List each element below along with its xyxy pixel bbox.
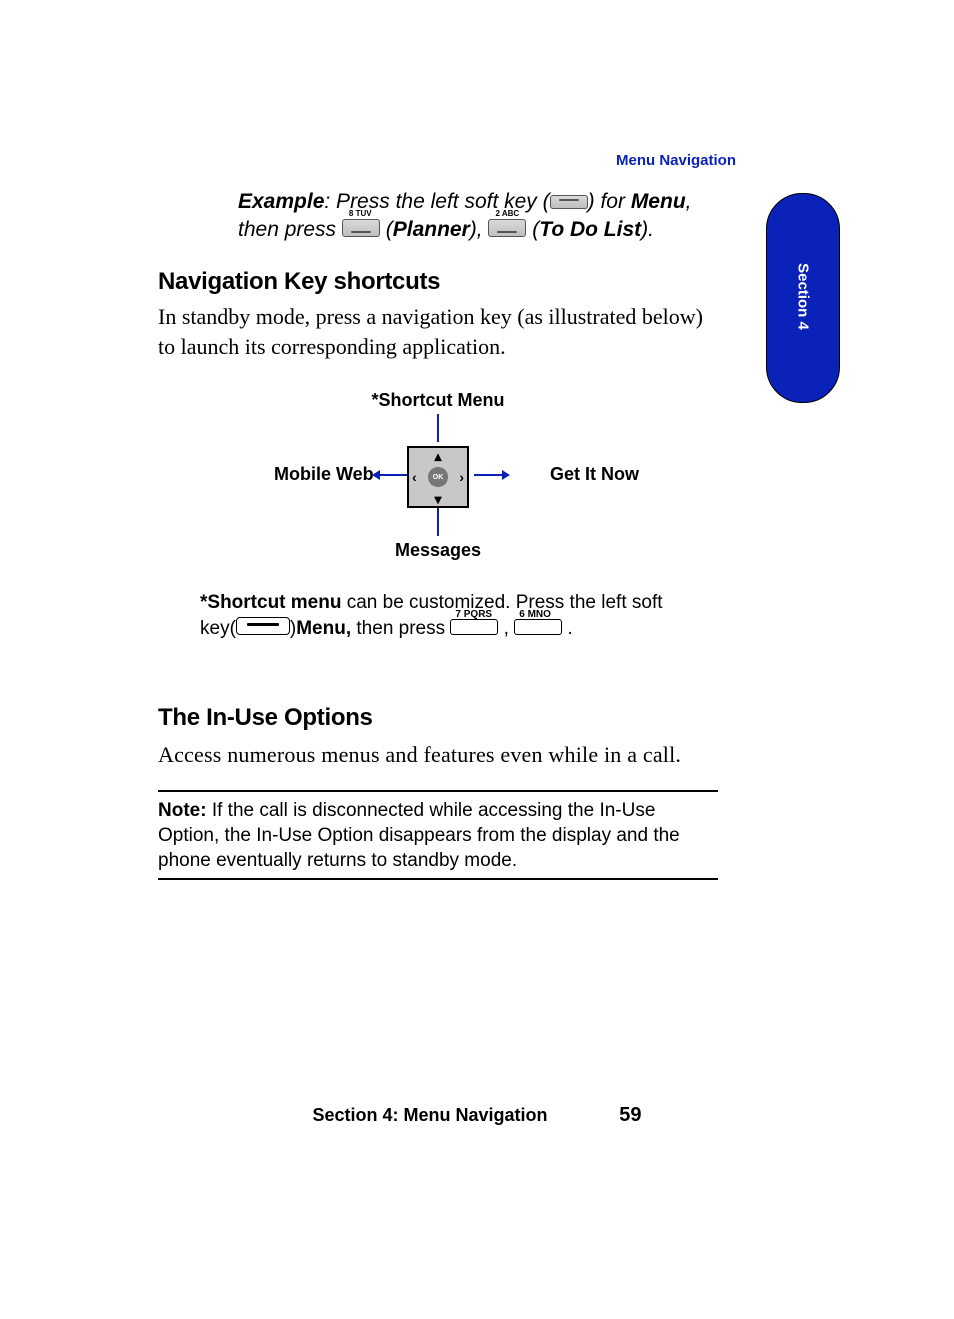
diagram-stem-left [380,474,408,476]
heading-in-use-options: The In-Use Options [158,704,718,732]
key-7-icon: 7 PQRS [450,619,498,635]
softkey-icon [550,195,588,209]
section-tab: Section 4 [766,193,840,403]
arrow-left-icon [372,470,380,480]
footer-page-number: 59 [552,1104,642,1127]
example-text-2: ) for [588,190,631,213]
todo-word: To Do List [539,218,641,241]
diagram-stem-right [474,474,502,476]
chevron-left-icon: ‹ [412,469,417,485]
paragraph-in-use-options: Access numerous menus and features even … [158,740,718,770]
key-8-label: 8 TUV [349,209,372,218]
chevron-down-icon: ▾ [434,491,441,508]
note-label: Note: [158,800,207,821]
note-rule-top [158,790,718,792]
running-head: Menu Navigation [616,152,736,169]
navigation-key-diagram: *Shortcut Menu Mobile Web Get It Now Mes… [158,390,718,570]
chevron-up-icon: ▴ [434,448,441,465]
manual-page: Menu Navigation Section 4 Example: Press… [0,0,954,1319]
sm-comma: , [498,618,514,639]
sm-end: . [562,618,573,639]
example-label: Example [238,190,324,213]
key-7-label: 7 PQRS [455,609,492,620]
diagram-label-right: Get It Now [550,464,639,485]
note-text: If the call is disconnected while access… [158,800,680,871]
ok-label: OK [433,474,444,481]
diagram-label-left: Mobile Web [274,464,374,485]
diagram-label-bottom: Messages [395,540,481,561]
planner-close: ), [470,218,489,241]
diagram-stem-top [437,414,439,442]
page-footer: Section 4: Menu Navigation 59 [0,1104,954,1127]
navkey-icon: ▴ ▾ ‹ › OK [407,446,469,508]
key-6-label: 6 MNO [519,609,551,620]
chevron-right-icon: › [459,469,464,485]
key-6-icon: 6 MNO [514,619,562,635]
arrow-right-icon [502,470,510,480]
key-2-icon: 2 ABC [488,219,526,237]
shortcut-menu-note: *Shortcut menu can be customized. Press … [200,590,680,642]
planner-open: ( [380,218,393,241]
section-tab-label: Section 4 [795,263,812,330]
diagram-label-top: *Shortcut Menu [372,390,505,411]
note-rule-bottom [158,878,718,880]
example-paragraph: Example: Press the left soft key () for … [158,188,718,244]
todo-close: ). [641,218,654,241]
note-block: Note: If the call is disconnected while … [158,798,718,873]
sm-mid2: then press [356,618,450,639]
todo-open: ( [526,218,539,241]
footer-section: Section 4: Menu Navigation [312,1105,547,1125]
sm-lead: *Shortcut menu [200,592,341,613]
key-8-icon: 8 TUV [342,219,380,237]
paragraph-navigation-shortcuts: In standby mode, press a navigation key … [158,302,718,362]
softkey-large-icon [236,617,290,635]
planner-word: Planner [393,218,470,241]
key-2-label: 2 ABC [495,209,519,218]
sm-menu: Menu, [296,618,351,639]
diagram-stem-bottom [437,508,439,536]
example-menu-word: Menu [631,190,686,213]
heading-navigation-shortcuts: Navigation Key shortcuts [158,268,718,296]
